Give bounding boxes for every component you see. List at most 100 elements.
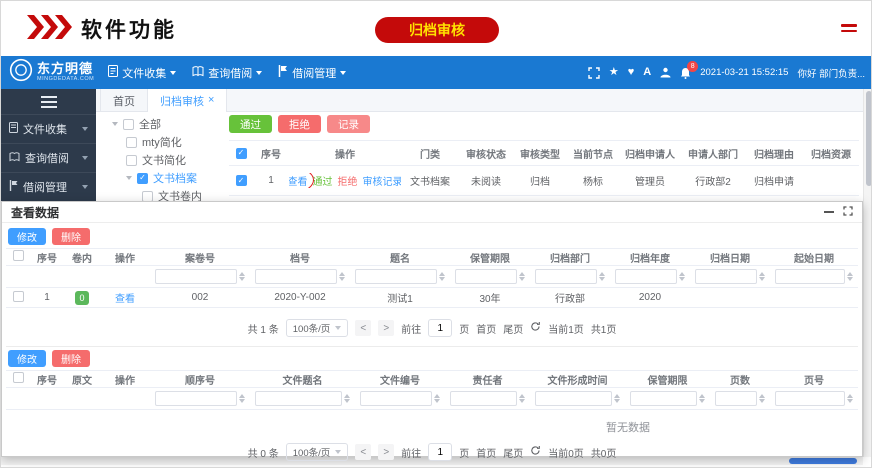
sort-toggle[interactable] bbox=[679, 272, 685, 282]
view-link[interactable]: 查看 bbox=[289, 177, 308, 188]
filter-input[interactable] bbox=[360, 391, 432, 406]
inner-count-badge[interactable]: 0 bbox=[75, 291, 89, 305]
edit-button[interactable]: 修改 bbox=[8, 228, 46, 245]
reject-button[interactable]: 拒绝 bbox=[278, 115, 321, 133]
star-icon[interactable]: ★ bbox=[609, 67, 619, 78]
tree-expand-icon[interactable] bbox=[126, 176, 132, 180]
tree-checkbox[interactable] bbox=[126, 137, 137, 148]
filter-input[interactable] bbox=[255, 391, 342, 406]
sort-toggle[interactable] bbox=[759, 272, 765, 282]
expand-icon[interactable] bbox=[843, 203, 853, 221]
filter-input[interactable] bbox=[775, 391, 845, 406]
sort-toggle[interactable] bbox=[614, 394, 620, 404]
filter-input[interactable] bbox=[155, 391, 237, 406]
record-button[interactable]: 记录 bbox=[327, 115, 370, 133]
tab-home[interactable]: 首页 bbox=[100, 89, 148, 112]
sort-toggle[interactable] bbox=[434, 394, 440, 404]
view-link[interactable]: 查看 bbox=[115, 294, 135, 305]
select-all-checkbox[interactable] bbox=[13, 250, 24, 261]
edit-button[interactable]: 修改 bbox=[8, 350, 46, 367]
sort-toggle[interactable] bbox=[339, 272, 345, 282]
tree-checkbox[interactable] bbox=[123, 119, 134, 130]
page-size-select[interactable]: 100条/页 bbox=[286, 443, 349, 461]
tree-node-wenshu-simple[interactable]: 文书简化 bbox=[112, 151, 202, 169]
chevron-down-icon bbox=[340, 71, 346, 75]
sort-toggle[interactable] bbox=[759, 394, 765, 404]
next-page-button[interactable]: > bbox=[378, 320, 394, 336]
tab-close-icon[interactable]: × bbox=[208, 95, 214, 106]
filter-input[interactable] bbox=[450, 391, 517, 406]
select-all-checkbox[interactable] bbox=[236, 148, 247, 159]
sort-toggle[interactable] bbox=[239, 272, 245, 282]
filter-input[interactable] bbox=[355, 269, 437, 284]
filter-input[interactable] bbox=[535, 391, 612, 406]
bell-icon[interactable]: 8 bbox=[680, 67, 691, 79]
tree-node-all[interactable]: 全部 bbox=[112, 115, 202, 133]
nav-item-borrow-manage[interactable]: 借阅管理 bbox=[278, 65, 346, 81]
goto-page-input[interactable] bbox=[428, 319, 452, 337]
sort-toggle[interactable] bbox=[439, 272, 445, 282]
sort-toggle[interactable] bbox=[239, 394, 245, 404]
sort-toggle[interactable] bbox=[847, 272, 853, 282]
minimize-icon[interactable] bbox=[824, 211, 834, 213]
select-all-checkbox[interactable] bbox=[13, 372, 24, 383]
last-page-link[interactable]: 尾页 bbox=[503, 445, 523, 460]
next-page-button[interactable]: > bbox=[378, 444, 394, 460]
row-checkbox[interactable] bbox=[236, 175, 247, 186]
filter-input[interactable] bbox=[775, 269, 845, 284]
nav-item-query-borrow[interactable]: 查询借阅 bbox=[192, 65, 262, 81]
tree-expand-icon[interactable] bbox=[112, 122, 118, 126]
sidebar-item-query-borrow[interactable]: 查询借阅 bbox=[1, 143, 96, 172]
tree-node-mty[interactable]: mty简化 bbox=[112, 133, 202, 151]
last-page-link[interactable]: 尾页 bbox=[503, 321, 523, 336]
sort-toggle[interactable] bbox=[519, 272, 525, 282]
refresh-icon[interactable] bbox=[530, 321, 541, 335]
refresh-icon[interactable] bbox=[530, 445, 541, 459]
sort-toggle[interactable] bbox=[699, 394, 705, 404]
filter-input[interactable] bbox=[715, 391, 757, 406]
prev-page-button[interactable]: < bbox=[355, 444, 371, 460]
sort-toggle[interactable] bbox=[344, 394, 350, 404]
sidebar-item-borrow-manage[interactable]: 借阅管理 bbox=[1, 172, 96, 201]
sidebar-collapse-icon[interactable] bbox=[41, 96, 57, 108]
delete-button[interactable]: 删除 bbox=[52, 350, 90, 367]
menu-icon[interactable] bbox=[841, 24, 857, 35]
sort-toggle[interactable] bbox=[599, 272, 605, 282]
tab-archive-review[interactable]: 归档审核 × bbox=[148, 89, 227, 112]
filter-input[interactable] bbox=[695, 269, 757, 284]
heart-icon[interactable]: ♥ bbox=[628, 67, 635, 78]
tree-node-wenshu-archive[interactable]: 文书档案 bbox=[112, 169, 202, 187]
filter-input[interactable] bbox=[455, 269, 517, 284]
filter-input[interactable] bbox=[255, 269, 337, 284]
sidebar-item-file-collect[interactable]: 文件收集 bbox=[1, 114, 96, 143]
pass-link[interactable]: 通过 bbox=[313, 173, 333, 188]
delete-button[interactable]: 删除 bbox=[52, 228, 90, 245]
first-page-link[interactable]: 首页 bbox=[476, 445, 496, 460]
user-icon[interactable] bbox=[660, 67, 671, 78]
font-size-icon[interactable]: A bbox=[643, 67, 651, 78]
page-size-select[interactable]: 100条/页 bbox=[286, 319, 349, 337]
review-record-link[interactable]: 审核记录 bbox=[363, 173, 402, 188]
filter-input[interactable] bbox=[630, 391, 697, 406]
goto-page-input[interactable] bbox=[428, 443, 452, 461]
filter-input[interactable] bbox=[155, 269, 237, 284]
tree-checkbox[interactable] bbox=[137, 173, 148, 184]
fullscreen-icon[interactable] bbox=[588, 67, 600, 79]
prev-page-button[interactable]: < bbox=[355, 320, 371, 336]
tree-checkbox[interactable] bbox=[126, 155, 137, 166]
chevron-down-icon bbox=[82, 127, 88, 131]
reject-link[interactable]: 拒绝 bbox=[338, 173, 358, 188]
filter-input[interactable] bbox=[615, 269, 677, 284]
chevron-down-icon bbox=[82, 156, 88, 160]
nav-item-file-collect[interactable]: 文件收集 bbox=[108, 65, 176, 81]
first-page-link[interactable]: 首页 bbox=[476, 321, 496, 336]
vertical-scrollbar-thumb[interactable] bbox=[866, 91, 872, 186]
brand-domain: MINGDEDATA.COM bbox=[37, 77, 94, 83]
filter-input[interactable] bbox=[535, 269, 597, 284]
sort-toggle[interactable] bbox=[519, 394, 525, 404]
pass-button[interactable]: 通过 bbox=[229, 115, 272, 133]
row-checkbox[interactable] bbox=[13, 291, 24, 302]
tree-checkbox[interactable] bbox=[142, 191, 153, 202]
vertical-scrollbar[interactable] bbox=[863, 89, 872, 457]
sort-toggle[interactable] bbox=[847, 394, 853, 404]
